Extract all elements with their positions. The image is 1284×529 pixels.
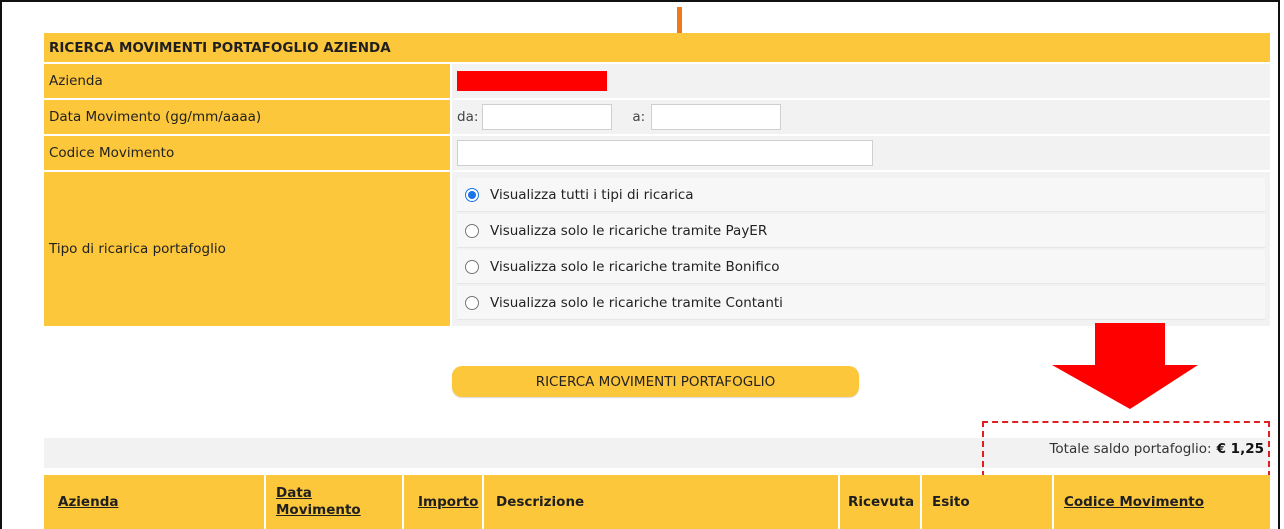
col-data-movimento[interactable]: Data Movimento (264, 475, 406, 529)
col-azienda-label[interactable]: Azienda (58, 494, 118, 510)
col-descrizione-label: Descrizione (496, 494, 585, 510)
azienda-value (452, 64, 1270, 98)
saldo-label: Totale saldo portafoglio: (1049, 441, 1212, 457)
col-codice-movimento-label[interactable]: Codice Movimento (1064, 494, 1204, 510)
col-descrizione: Descrizione (482, 475, 584, 529)
radio-option-bonifico[interactable]: Visualizza solo le ricariche tramite Bon… (457, 250, 1265, 284)
results-table-header: Azienda Data Movimento Importo Descrizio… (44, 475, 1270, 529)
codice-movimento-label: Codice Movimento (44, 136, 450, 170)
radio-option-tutti[interactable]: Visualizza tutti i tipi di ricarica (457, 178, 1265, 212)
data-movimento-value: da: a: (452, 100, 1270, 134)
radio-label: Visualizza tutti i tipi di ricarica (490, 186, 694, 203)
date-to-input[interactable] (651, 104, 782, 130)
codice-movimento-value (452, 136, 1270, 170)
col-esito: Esito (920, 475, 970, 529)
redacted-company-name (457, 71, 607, 91)
search-movements-button[interactable]: RICERCA MOVIMENTI PORTAFOGLIO (452, 366, 859, 397)
radio-button[interactable] (465, 295, 479, 310)
col-azienda[interactable]: Azienda (58, 475, 118, 529)
radio-button-checked[interactable] (465, 187, 479, 202)
date-from-input[interactable] (482, 104, 613, 130)
col-ricevuta-label: Ricevuta (848, 494, 915, 510)
col-importo-label[interactable]: Importo (418, 494, 478, 510)
codice-movimento-input[interactable] (457, 140, 873, 166)
col-data-movimento-label[interactable]: Data Movimento (276, 485, 366, 519)
da-label: da: (457, 109, 479, 125)
radio-label: Visualizza solo le ricariche tramite Con… (490, 294, 783, 311)
annotation-marker (677, 7, 682, 34)
form-title: RICERCA MOVIMENTI PORTAFOGLIO AZIENDA (44, 33, 1270, 62)
radio-option-contanti[interactable]: Visualizza solo le ricariche tramite Con… (457, 286, 1265, 320)
data-movimento-label: Data Movimento (gg/mm/aaaa) (44, 100, 450, 134)
col-codice-movimento[interactable]: Codice Movimento (1052, 475, 1204, 529)
tipo-ricarica-label: Tipo di ricarica portafoglio (44, 172, 450, 326)
radio-button[interactable] (465, 259, 479, 274)
col-esito-label: Esito (932, 494, 970, 510)
col-importo[interactable]: Importo (402, 475, 478, 529)
saldo-value: € 1,25 (1216, 441, 1264, 457)
annotation-arrow-icon (1052, 323, 1198, 409)
saldo-highlight-box: Totale saldo portafoglio: € 1,25 (982, 421, 1270, 477)
a-label: a: (632, 109, 646, 125)
radio-button[interactable] (465, 223, 479, 238)
col-ricevuta: Ricevuta (838, 475, 914, 529)
radio-label: Visualizza solo le ricariche tramite Bon… (490, 258, 780, 275)
radio-label: Visualizza solo le ricariche tramite Pay… (490, 222, 768, 239)
radio-option-payer[interactable]: Visualizza solo le ricariche tramite Pay… (457, 214, 1265, 248)
azienda-label: Azienda (44, 64, 450, 98)
